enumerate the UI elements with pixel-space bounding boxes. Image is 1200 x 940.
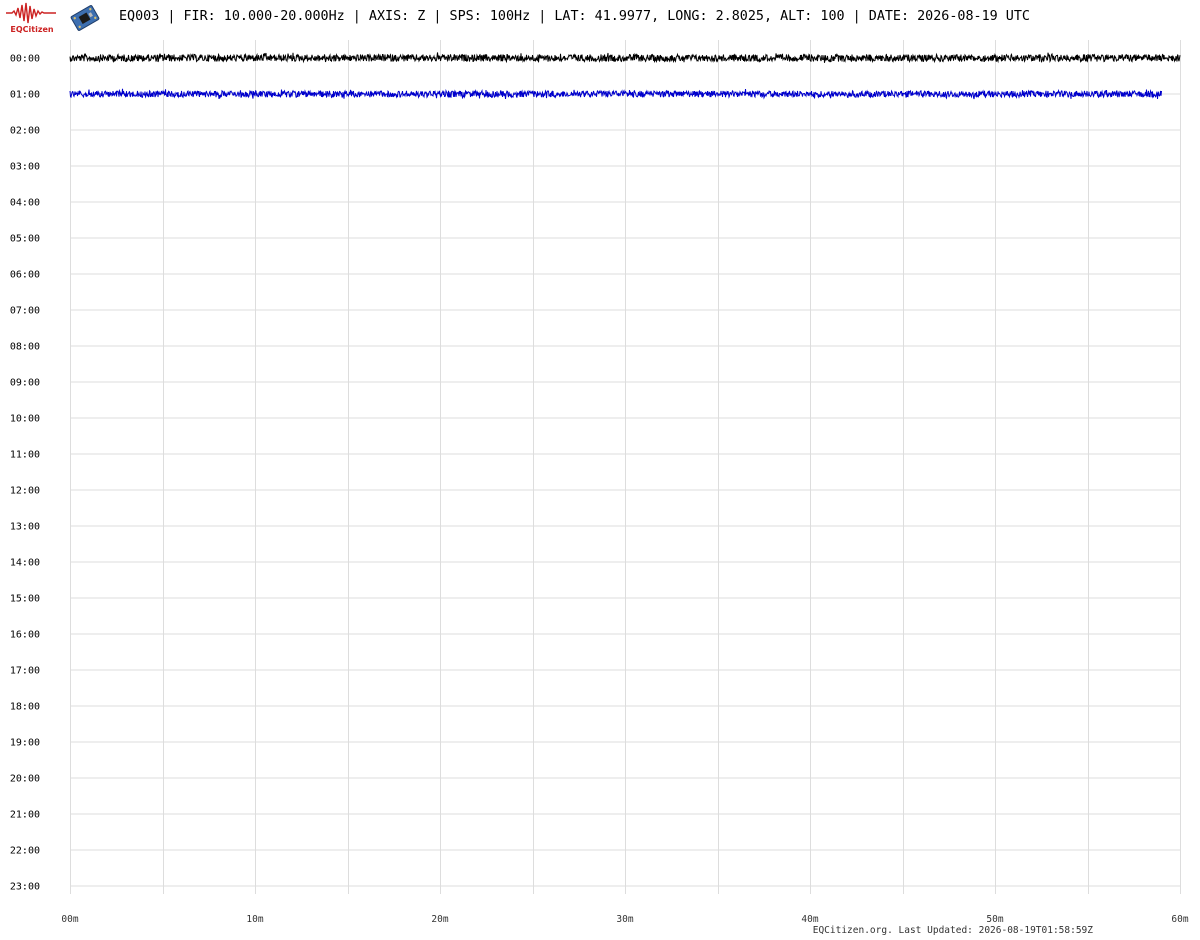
y-tick-label: 19:00: [10, 738, 40, 749]
y-tick-label: 00:00: [10, 54, 40, 65]
y-tick-label: 10:00: [10, 414, 40, 425]
seismogram-logo-icon: [6, 2, 56, 24]
y-tick-label: 04:00: [10, 198, 40, 209]
y-tick-label: 09:00: [10, 378, 40, 389]
y-tick-label: 08:00: [10, 342, 40, 353]
header-title: EQ003 | FIR: 10.000-20.000Hz | AXIS: Z |…: [119, 9, 1030, 24]
y-tick-label: 18:00: [10, 702, 40, 713]
grid: [70, 40, 1181, 894]
x-tick-label: 50m: [986, 914, 1003, 925]
y-tick-label: 02:00: [10, 126, 40, 137]
header: EQCitizen EQ003 | FIR: 10.000-20.000Hz |…: [0, 0, 1200, 40]
x-tick-label: 40m: [801, 914, 818, 925]
x-tick-label: 60m: [1171, 914, 1188, 925]
sensor-board-icon: [68, 4, 102, 32]
y-tick-label: 15:00: [10, 594, 40, 605]
y-axis-hour-labels: 00:00 01:00 02:00 03:00 04:00 05:00 06:00 07:00…: [10, 54, 40, 893]
y-tick-label: 22:00: [10, 846, 40, 857]
x-axis-minute-labels: 00m 10m 20m 30m 40m 50m 60m: [61, 914, 1188, 925]
y-tick-label: 16:00: [10, 630, 40, 641]
x-tick-label: 20m: [431, 914, 448, 925]
y-tick-label: 14:00: [10, 558, 40, 569]
x-tick-label: 30m: [616, 914, 633, 925]
x-tick-label: 00m: [61, 914, 78, 925]
y-tick-label: 07:00: [10, 306, 40, 317]
x-tick-label: 10m: [246, 914, 263, 925]
y-tick-label: 05:00: [10, 234, 40, 245]
y-tick-label: 03:00: [10, 162, 40, 173]
logo-text: EQCitizen: [10, 25, 54, 34]
y-tick-label: 01:00: [10, 90, 40, 101]
y-tick-label: 23:00: [10, 882, 40, 893]
y-tick-label: 17:00: [10, 666, 40, 677]
y-tick-label: 20:00: [10, 774, 40, 785]
eqcitizen-logo[interactable]: EQCitizen: [4, 2, 58, 36]
y-tick-label: 11:00: [10, 450, 40, 461]
footer-last-updated: EQCitizen.org. Last Updated: 2026-08-19T…: [812, 925, 1093, 936]
y-tick-label: 13:00: [10, 522, 40, 533]
y-tick-label: 12:00: [10, 486, 40, 497]
y-tick-label: 06:00: [10, 270, 40, 281]
y-tick-label: 21:00: [10, 810, 40, 821]
seismogram-chart: 00:00 01:00 02:00 03:00 04:00 05:00 06:00 07:00…: [10, 40, 1189, 925]
